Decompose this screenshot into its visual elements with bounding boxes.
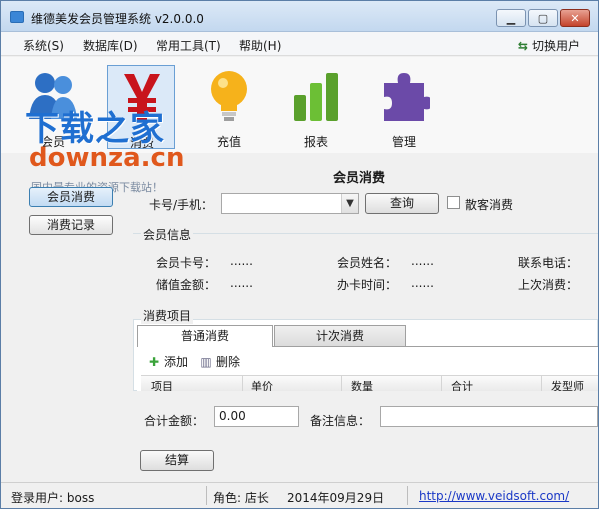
add-item-button[interactable]: ✚ 添加 — [147, 353, 188, 370]
status-website-link[interactable]: http://www.veidsoft.com/ — [419, 489, 569, 503]
delete-item-button[interactable]: ▥ 删除 — [199, 353, 240, 370]
member-card-value: ...... — [230, 254, 253, 268]
column-header-quantity[interactable]: 数量 — [351, 378, 373, 391]
window-title: 维德美发会员管理系统 v2.0.0.0 — [31, 12, 204, 26]
member-name-label: 会员姓名： — [337, 256, 398, 270]
toolbar-manage[interactable]: 管理 — [370, 65, 438, 149]
toolbar-reports-label: 报表 — [303, 135, 328, 149]
remark-field[interactable] — [380, 406, 598, 427]
sidebar: 会员消费 消费记录 — [1, 153, 131, 483]
card-date-label: 办卡时间： — [337, 278, 398, 292]
query-button[interactable]: 查询 — [365, 193, 439, 214]
minimize-button[interactable]: ▁ — [496, 9, 526, 27]
column-separator — [341, 376, 342, 391]
walkin-checkbox[interactable] — [447, 196, 460, 209]
status-bar: 登录用户: boss 角色: 店长 2014年09月29日 http://www… — [1, 482, 598, 508]
stored-amount-label: 储值金额： — [156, 278, 217, 292]
member-card-label: 会员卡号： — [156, 256, 217, 270]
switch-user-icon: ⇆ — [517, 39, 528, 53]
card-label: 卡号/手机： — [149, 198, 214, 212]
menu-system[interactable]: 系统(S) — [23, 37, 64, 54]
menu-help[interactable]: 帮助(H) — [239, 37, 281, 54]
status-separator — [206, 486, 207, 505]
card-number-combobox[interactable]: ▼ — [221, 193, 359, 214]
stored-amount-value: ...... — [230, 276, 253, 290]
toolbar-recharge[interactable]: 充值 — [195, 65, 263, 149]
close-button[interactable]: ✕ — [560, 9, 590, 27]
column-header-stylist[interactable]: 发型师 — [551, 378, 584, 391]
delete-label: 删除 — [216, 355, 241, 369]
column-separator — [441, 376, 442, 391]
add-label: 添加 — [164, 355, 189, 369]
window-controls: ▁ ▢ ✕ — [494, 9, 590, 27]
menu-database[interactable]: 数据库(D) — [83, 37, 138, 54]
title-bar: 维德美发会员管理系统 v2.0.0.0 ▁ ▢ ✕ — [1, 1, 598, 32]
status-separator — [407, 486, 408, 505]
page-title: 会员消费 — [333, 171, 386, 186]
puzzle-icon — [384, 73, 430, 121]
column-header-subtotal[interactable]: 合计 — [451, 378, 473, 391]
toolbar-manage-label: 管理 — [391, 135, 416, 149]
plus-icon: ✚ — [148, 355, 160, 369]
column-separator — [541, 376, 542, 391]
checkout-button[interactable]: 结算 — [140, 450, 214, 471]
member-name-value: ...... — [411, 254, 434, 268]
toolbar-recharge-label: 充值 — [216, 135, 241, 149]
app-window: 维德美发会员管理系统 v2.0.0.0 ▁ ▢ ✕ 系统(S) 数据库(D) 常… — [0, 0, 599, 509]
column-header-item[interactable]: 项目 — [151, 378, 173, 391]
lightbulb-icon — [211, 71, 247, 121]
sidebar-consume-records[interactable]: 消费记录 — [29, 215, 113, 235]
sidebar-member-consume[interactable]: 会员消费 — [29, 187, 113, 207]
maximize-button[interactable]: ▢ — [528, 9, 558, 27]
tab-count-consume[interactable]: 计次消费 — [274, 325, 406, 346]
column-header-price[interactable]: 单价 — [251, 378, 273, 391]
bar-chart-icon — [294, 73, 338, 121]
total-amount-field[interactable]: 0.00 — [214, 406, 299, 427]
status-date: 2014年09月29日 — [287, 491, 385, 505]
column-separator — [242, 376, 243, 391]
status-user: 登录用户: boss — [11, 491, 95, 505]
switch-user-button[interactable]: ⇆ 切换用户 — [518, 37, 580, 54]
menu-tools[interactable]: 常用工具(T) — [156, 37, 221, 54]
status-role: 角色: 店长 — [213, 491, 269, 505]
remark-label: 备注信息： — [310, 414, 371, 428]
chevron-down-icon[interactable]: ▼ — [341, 194, 358, 213]
consume-items-title: 消费项目 — [141, 307, 194, 324]
member-phone-label: 联系电话： — [518, 256, 579, 270]
trash-icon: ▥ — [200, 355, 212, 369]
total-label: 合计金额： — [144, 414, 205, 428]
member-info-title: 会员信息 — [141, 226, 194, 243]
last-consume-label: 上次消费： — [518, 278, 579, 292]
items-grid-header: 项目 单价 数量 合计 发型师 — [141, 375, 598, 391]
toolbar-reports[interactable]: 报表 — [282, 65, 350, 149]
switch-user-label: 切换用户 — [531, 39, 580, 53]
tab-normal-consume[interactable]: 普通消费 — [137, 325, 273, 347]
app-icon — [10, 11, 24, 23]
walkin-label: 散客消费 — [465, 198, 514, 212]
card-date-value: ...... — [411, 276, 434, 290]
menu-bar: 系统(S) 数据库(D) 常用工具(T) 帮助(H) ⇆ 切换用户 — [1, 32, 598, 56]
